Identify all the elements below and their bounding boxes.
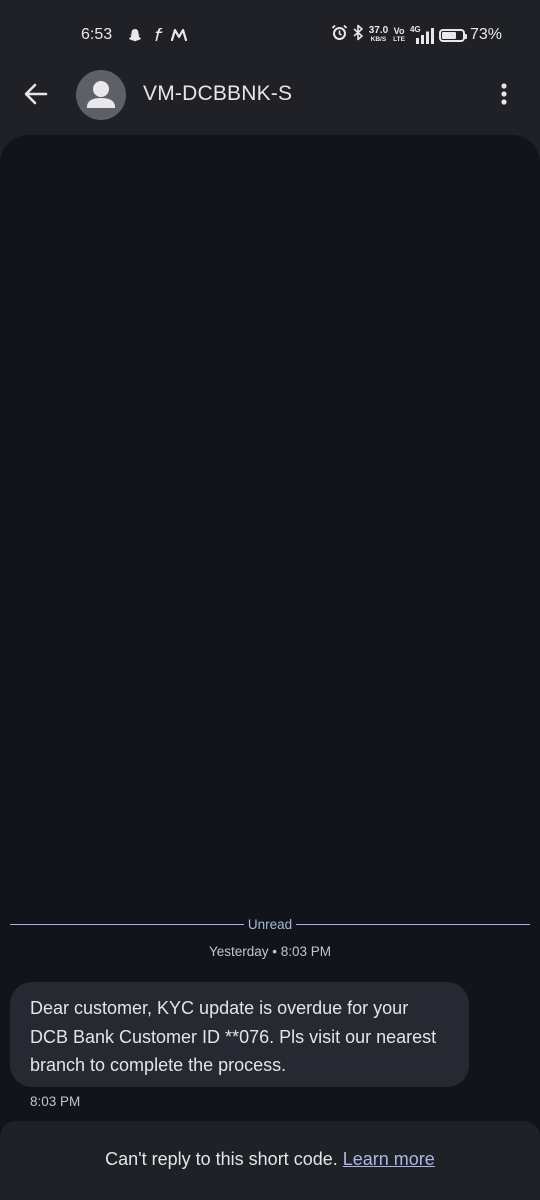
more-options-button[interactable] [492,82,516,106]
arrow-back-icon [24,83,48,105]
alarm-icon [331,24,348,46]
app-bar: VM-DCBBNK-S [0,70,540,120]
bluetooth-icon [353,24,364,46]
snapchat-icon [128,26,142,44]
status-time: 6:53 [81,26,113,43]
unread-label: Unread [247,916,293,932]
message-text: Dear customer, KYC update is overdue for… [30,998,437,1075]
learn-more-link[interactable]: Learn more [343,1149,435,1169]
signal-icon: 4G [410,25,434,44]
battery-icon [438,28,467,42]
divider-line [296,923,530,925]
unread-divider: Unread [10,916,530,932]
status-icons: 37.0 KB/S Vo LTE 4G 73% [331,24,502,46]
message-time: 8:03 PM [30,1094,81,1109]
more-vert-icon [501,83,507,105]
cannot-reply-text: Can't reply to this short code. [105,1149,338,1169]
message-bubble[interactable]: Dear customer, KYC update is overdue for… [10,982,469,1087]
avatar[interactable] [76,70,126,120]
myntra-icon [171,26,187,44]
footer-notice: Can't reply to this short code. Learn mo… [0,1149,540,1170]
reply-footer: Can't reply to this short code. Learn mo… [0,1121,540,1200]
network-speed: 37.0 KB/S [368,25,389,44]
person-icon [87,81,115,108]
battery-fill [441,31,457,39]
battery-percent: 73% [469,26,502,43]
volte-indicator: Vo LTE [393,25,405,43]
back-button[interactable] [22,80,50,108]
conversation-title[interactable]: VM-DCBBNK-S [143,82,292,106]
date-timestamp: Yesterday • 8:03 PM [208,944,332,959]
flipkart-icon [153,26,165,44]
status-bar: 6:53 37.0 KB/S Vo LTE 4G 73% [0,0,540,70]
divider-line [10,923,244,925]
